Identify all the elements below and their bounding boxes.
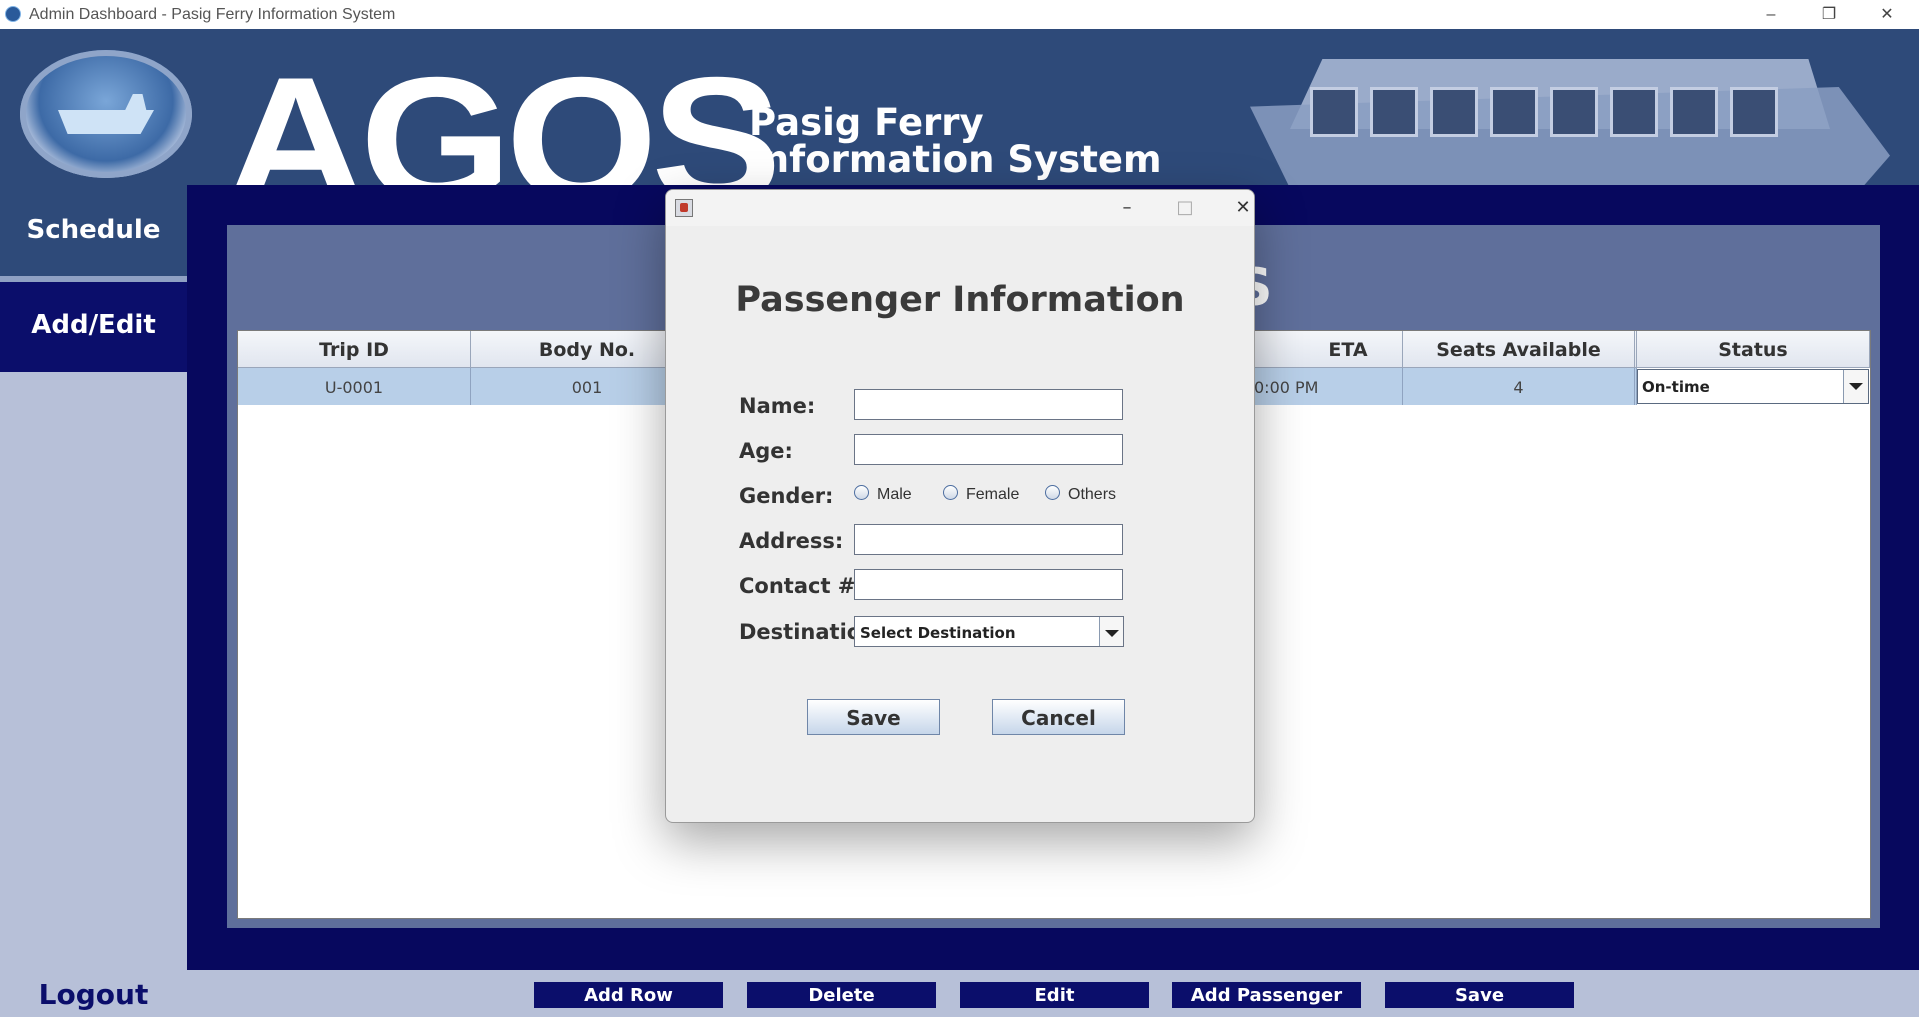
sidebar-item-schedule[interactable]: Schedule (0, 185, 187, 282)
boat-window (1730, 87, 1778, 137)
boat-window (1490, 87, 1538, 137)
column-header-seats-available[interactable]: Seats Available (1403, 331, 1635, 368)
age-label: Age: (739, 439, 793, 463)
column-header-eta[interactable]: ETA (1254, 331, 1403, 368)
ship-icon (58, 94, 154, 134)
subtitle-line-1: Pasig Ferry (749, 101, 984, 144)
name-label: Name: (739, 394, 816, 418)
save-button[interactable]: Save (1385, 982, 1574, 1008)
boat-window (1670, 87, 1718, 137)
subtitle-line-2: Information System (749, 138, 1162, 181)
boat-window (1310, 87, 1358, 137)
boat-window (1550, 87, 1598, 137)
sidebar-item-add-edit[interactable]: Add/Edit (0, 282, 187, 372)
gender-radio-female[interactable]: Female (943, 485, 1019, 504)
ferry-logo (20, 50, 192, 178)
minimize-icon[interactable]: – (1742, 0, 1800, 29)
dialog-heading: Passenger Information (735, 280, 1185, 320)
column-header-trip-id[interactable]: Trip ID (238, 331, 471, 368)
chevron-down-icon[interactable] (1099, 617, 1123, 646)
address-input[interactable] (854, 524, 1123, 555)
dialog-close-icon[interactable]: ✕ (1223, 194, 1254, 222)
dialog-minimize-icon[interactable]: – (1107, 194, 1147, 222)
address-label: Address: (739, 529, 844, 553)
app-icon (5, 6, 21, 22)
add-passenger-button[interactable]: Add Passenger (1172, 982, 1361, 1008)
column-header-status[interactable]: Status (1637, 331, 1870, 368)
sidebar-item-label: Add/Edit (31, 310, 156, 340)
contact-input[interactable] (854, 569, 1123, 600)
window-titlebar: Admin Dashboard - Pasig Ferry Informatio… (0, 0, 1919, 29)
gender-radio-others[interactable]: Others (1045, 485, 1116, 504)
status-dropdown[interactable]: On-time (1637, 369, 1869, 404)
destination-select[interactable]: Select Destination (854, 616, 1124, 647)
ferry-boat-image (1230, 29, 1919, 185)
sidebar-item-label: Schedule (26, 215, 161, 245)
dialog-save-button[interactable]: Save (807, 699, 940, 735)
radio-icon (943, 485, 958, 500)
destination-value: Select Destination (860, 624, 1016, 642)
boat-window (1370, 87, 1418, 137)
name-input[interactable] (854, 389, 1123, 420)
delete-button[interactable]: Delete (747, 982, 936, 1008)
boat-window (1610, 87, 1658, 137)
radio-label: Male (877, 486, 912, 503)
cell-seats-available[interactable]: 4 (1403, 368, 1635, 405)
dialog-cancel-button[interactable]: Cancel (992, 699, 1125, 735)
cell-trip-id[interactable]: U-0001 (238, 368, 471, 405)
add-row-button[interactable]: Add Row (534, 982, 723, 1008)
restore-icon[interactable]: ❐ (1800, 0, 1858, 29)
radio-icon (1045, 485, 1060, 500)
dialog-maximize-icon: □ (1176, 197, 1194, 218)
radio-label: Others (1068, 486, 1117, 503)
radio-label: Female (966, 486, 1020, 503)
passenger-dialog: – □ ✕ Passenger Information Name: Age: G… (665, 189, 1255, 823)
gender-label: Gender: (739, 484, 834, 508)
boat-window (1430, 87, 1478, 137)
close-icon[interactable]: ✕ (1858, 0, 1916, 29)
cell-eta[interactable]: 0:00 PM (1254, 368, 1403, 405)
status-value: On-time (1642, 378, 1710, 396)
radio-icon (854, 485, 869, 500)
chevron-down-icon[interactable] (1843, 370, 1868, 403)
dialog-titlebar: – □ ✕ (666, 190, 1254, 226)
edit-button[interactable]: Edit (960, 982, 1149, 1008)
java-app-icon (675, 199, 693, 217)
gender-radio-male[interactable]: Male (854, 485, 912, 504)
brand-subtitle: Pasig Ferry Information System (749, 104, 1162, 178)
logout-link[interactable]: Logout (0, 978, 187, 1011)
age-input[interactable] (854, 434, 1123, 465)
window-title: Admin Dashboard - Pasig Ferry Informatio… (29, 6, 396, 23)
contact-label: Contact #: (739, 574, 864, 598)
header-banner: AGOS Pasig Ferry Information System (0, 29, 1919, 229)
